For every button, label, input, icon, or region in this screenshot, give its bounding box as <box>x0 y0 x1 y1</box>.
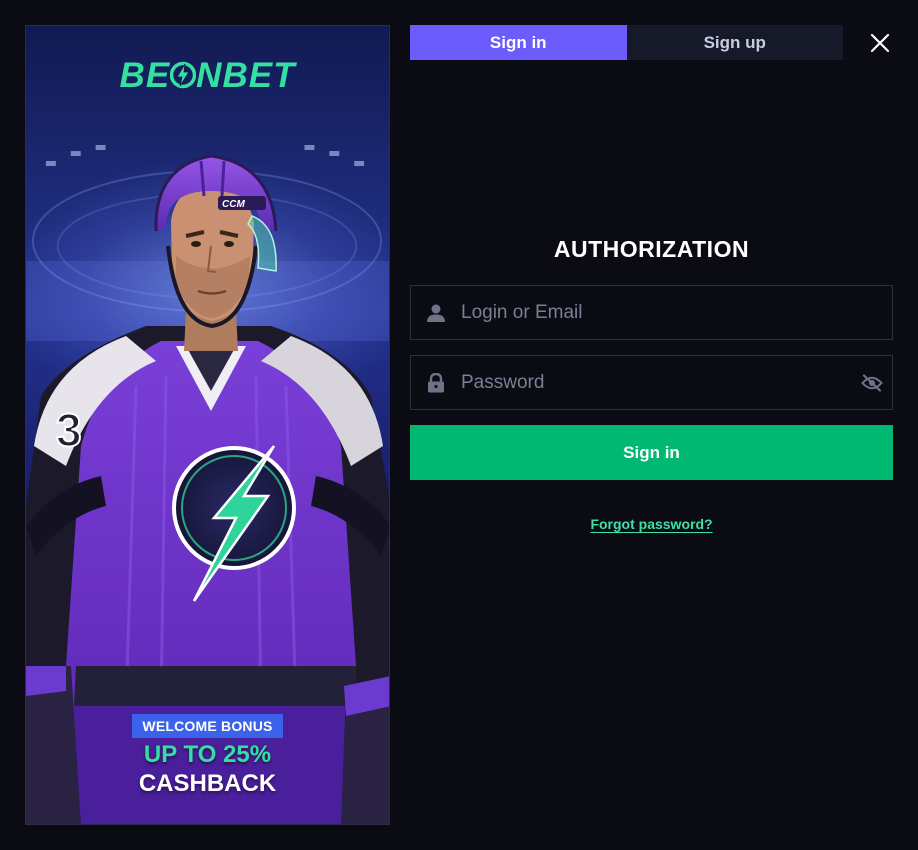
brand-logo: BE NBET <box>119 56 296 95</box>
lightning-bolt-icon <box>170 61 197 89</box>
close-button[interactable] <box>867 30 893 56</box>
toggle-password-visibility[interactable] <box>852 356 892 409</box>
tab-sign-in[interactable]: Sign in <box>410 25 627 60</box>
auth-tabs: Sign in Sign up <box>410 25 843 60</box>
forgot-password-row: Forgot password? <box>410 516 893 534</box>
login-input[interactable] <box>461 286 892 339</box>
user-icon <box>411 303 461 323</box>
jersey-number: 3 <box>56 404 82 456</box>
bonus-type: CASHBACK <box>138 770 277 797</box>
bonus-amount: UP TO 25% <box>143 741 272 768</box>
form-title: AUTHORIZATION <box>553 236 750 262</box>
bonus-tag: WELCOME BONUS <box>132 714 283 738</box>
login-field[interactable] <box>410 285 893 340</box>
lock-icon <box>411 372 461 393</box>
close-icon <box>870 33 890 53</box>
eye-off-icon <box>861 373 883 392</box>
forgot-password-link[interactable]: Forgot password? <box>590 516 712 532</box>
password-field[interactable] <box>410 355 893 410</box>
password-input[interactable] <box>461 356 852 409</box>
promo-banner[interactable]: BE NBET 3 CCM WELCOME BONUS UP TO 25% CA… <box>25 25 390 825</box>
welcome-bonus: WELCOME BONUS UP TO 25% CASHBACK <box>26 714 389 798</box>
tab-sign-up[interactable]: Sign up <box>626 25 843 60</box>
sign-in-button[interactable]: Sign in <box>410 425 893 480</box>
helmet-brand: CCM <box>222 199 245 210</box>
